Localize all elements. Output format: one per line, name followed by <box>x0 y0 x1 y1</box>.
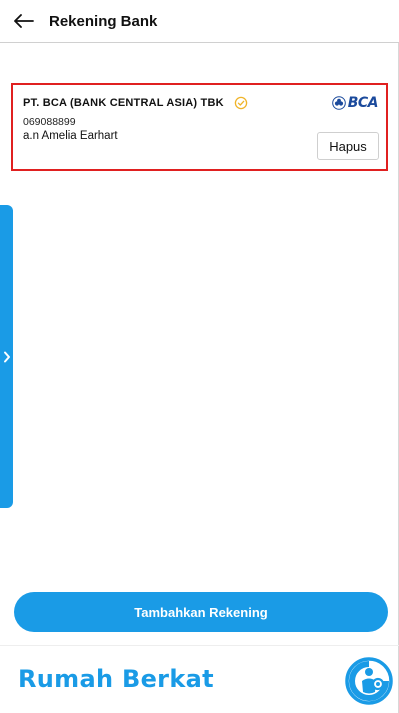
bca-emblem-icon <box>331 96 346 110</box>
footer-divider <box>0 645 399 646</box>
brand-logo-icon[interactable] <box>345 657 393 705</box>
account-number: 069088899 <box>23 116 76 128</box>
back-button[interactable] <box>14 12 36 30</box>
app-header: Rekening Bank <box>0 0 399 43</box>
arrow-left-icon <box>14 14 34 28</box>
bank-name: PT. BCA (BANK CENTRAL ASIA) TBK <box>23 97 224 109</box>
side-drawer-handle[interactable] <box>0 205 13 508</box>
chevron-right-icon <box>3 351 10 362</box>
bca-logo-text: BCA <box>347 95 379 111</box>
delete-button[interactable]: Hapus <box>317 132 379 160</box>
page-title: Rekening Bank <box>49 12 158 30</box>
bca-logo: BCA <box>331 95 379 111</box>
account-holder: a.n Amelia Earhart <box>23 130 118 142</box>
bank-account-card[interactable]: PT. BCA (BANK CENTRAL ASIA) TBK 06908889… <box>11 83 388 171</box>
check-circle-icon <box>234 96 248 110</box>
add-account-button[interactable]: Tambahkan Rekening <box>14 592 388 632</box>
brand-name: Rumah Berkat <box>18 665 214 693</box>
